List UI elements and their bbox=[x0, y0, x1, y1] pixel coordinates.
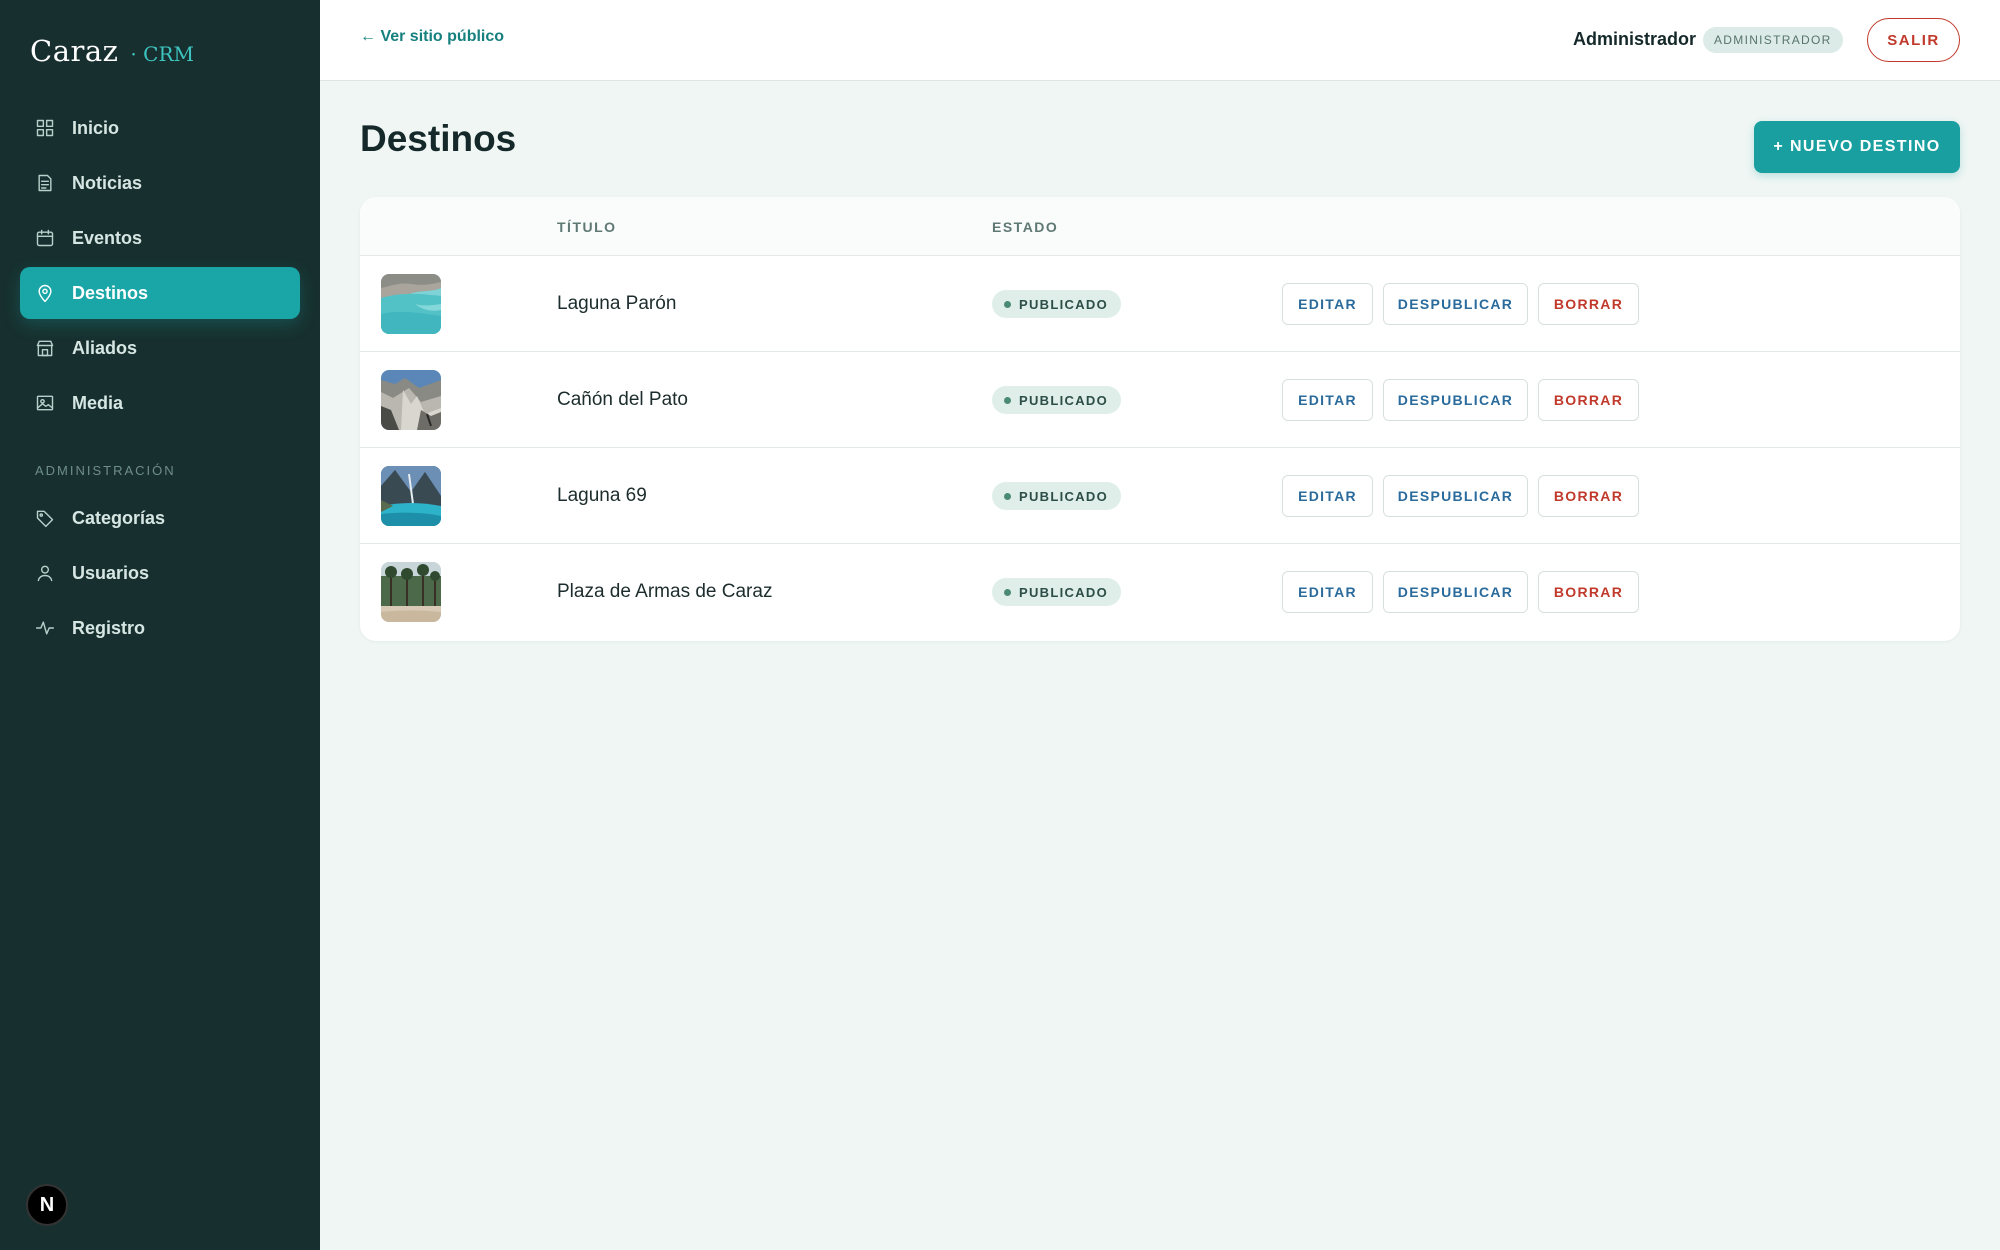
new-destination-button[interactable]: + NUEVO DESTINO bbox=[1754, 121, 1960, 173]
sidebar-item-label: Categorías bbox=[72, 507, 166, 528]
column-header-title[interactable]: TÍTULO bbox=[557, 219, 617, 235]
store-icon bbox=[34, 337, 56, 359]
status-dot-icon bbox=[1004, 492, 1011, 500]
status-dot-icon bbox=[1004, 396, 1011, 404]
status-badge: PUBLICADO bbox=[992, 290, 1121, 318]
table-row: Cañón del Pato PUBLICADO EDITAR DESPUBLI… bbox=[360, 352, 1960, 448]
sidebar-item-label: Inicio bbox=[72, 117, 120, 138]
column-header-status[interactable]: ESTADO bbox=[992, 219, 1058, 235]
edit-button[interactable]: EDITAR bbox=[1282, 379, 1373, 421]
sidebar: Caraz · CRM Inicio Noticias Eventos Dest… bbox=[0, 0, 320, 1250]
logout-button[interactable]: SALIR bbox=[1867, 18, 1960, 62]
row-actions: EDITAR DESPUBLICAR BORRAR bbox=[1282, 283, 1639, 325]
public-site-link[interactable]: ← Ver sitio público bbox=[360, 28, 504, 46]
edit-button[interactable]: EDITAR bbox=[1282, 571, 1373, 613]
brand-logo[interactable]: Caraz · CRM bbox=[30, 34, 194, 68]
sidebar-item-eventos[interactable]: Eventos bbox=[20, 212, 300, 264]
destinations-table: TÍTULO ESTADO Laguna Parón PUBLICADO EDI… bbox=[360, 197, 1960, 641]
document-icon bbox=[34, 172, 56, 194]
unpublish-button[interactable]: DESPUBLICAR bbox=[1383, 475, 1528, 517]
row-actions: EDITAR DESPUBLICAR BORRAR bbox=[1282, 379, 1639, 421]
tag-icon bbox=[34, 507, 56, 529]
row-actions: EDITAR DESPUBLICAR BORRAR bbox=[1282, 475, 1639, 517]
status-label: PUBLICADO bbox=[1019, 392, 1108, 408]
table-row: Laguna Parón PUBLICADO EDITAR DESPUBLICA… bbox=[360, 256, 1960, 352]
destination-thumbnail[interactable] bbox=[381, 274, 441, 334]
sidebar-item-noticias[interactable]: Noticias bbox=[20, 157, 300, 209]
destination-thumbnail[interactable] bbox=[381, 370, 441, 430]
sidebar-item-label: Usuarios bbox=[72, 562, 150, 583]
sidebar-item-inicio[interactable]: Inicio bbox=[20, 102, 300, 154]
sidebar-item-label: Aliados bbox=[72, 337, 138, 358]
sidebar-item-usuarios[interactable]: Usuarios bbox=[20, 547, 300, 599]
status-badge: PUBLICADO bbox=[992, 578, 1121, 606]
status-badge: PUBLICADO bbox=[992, 386, 1121, 414]
status-label: PUBLICADO bbox=[1019, 296, 1108, 312]
admin-section-label: ADMINISTRACIÓN bbox=[35, 463, 176, 478]
status-label: PUBLICADO bbox=[1019, 584, 1108, 600]
unpublish-button[interactable]: DESPUBLICAR bbox=[1383, 571, 1528, 613]
map-pin-icon bbox=[34, 282, 56, 304]
destination-title[interactable]: Laguna 69 bbox=[557, 485, 647, 507]
dev-tools-badge[interactable]: N bbox=[26, 1184, 68, 1226]
user-icon bbox=[34, 562, 56, 584]
unpublish-button[interactable]: DESPUBLICAR bbox=[1383, 379, 1528, 421]
destination-thumbnail[interactable] bbox=[381, 466, 441, 526]
role-badge: ADMINISTRADOR bbox=[1703, 27, 1843, 53]
sidebar-item-label: Eventos bbox=[72, 227, 143, 248]
table-header: TÍTULO ESTADO bbox=[360, 197, 1960, 256]
row-actions: EDITAR DESPUBLICAR BORRAR bbox=[1282, 571, 1639, 613]
sidebar-nav: Inicio Noticias Eventos Destinos Aliados bbox=[20, 102, 300, 657]
brand-suffix: · CRM bbox=[130, 42, 194, 66]
grid-icon bbox=[34, 117, 56, 139]
sidebar-item-media[interactable]: Media bbox=[20, 377, 300, 429]
destination-title[interactable]: Laguna Parón bbox=[557, 293, 676, 315]
sidebar-item-label: Destinos bbox=[72, 282, 149, 303]
delete-button[interactable]: BORRAR bbox=[1538, 475, 1639, 517]
destination-title[interactable]: Plaza de Armas de Caraz bbox=[557, 581, 772, 603]
sidebar-item-destinos[interactable]: Destinos bbox=[20, 267, 300, 319]
delete-button[interactable]: BORRAR bbox=[1538, 571, 1639, 613]
sidebar-item-label: Registro bbox=[72, 617, 146, 638]
image-icon bbox=[34, 392, 56, 414]
status-dot-icon bbox=[1004, 588, 1011, 596]
sidebar-item-registro[interactable]: Registro bbox=[20, 602, 300, 654]
unpublish-button[interactable]: DESPUBLICAR bbox=[1383, 283, 1528, 325]
delete-button[interactable]: BORRAR bbox=[1538, 379, 1639, 421]
calendar-icon bbox=[34, 227, 56, 249]
sidebar-item-label: Noticias bbox=[72, 172, 143, 193]
status-dot-icon bbox=[1004, 300, 1011, 308]
table-row: Laguna 69 PUBLICADO EDITAR DESPUBLICAR B… bbox=[360, 448, 1960, 544]
top-bar: ← Ver sitio público Administrador ADMINI… bbox=[320, 0, 2000, 81]
user-name: Administrador bbox=[1573, 29, 1697, 49]
table-row: Plaza de Armas de Caraz PUBLICADO EDITAR… bbox=[360, 544, 1960, 640]
status-label: PUBLICADO bbox=[1019, 488, 1108, 504]
brand-name: Caraz bbox=[30, 34, 119, 68]
destination-title[interactable]: Cañón del Pato bbox=[557, 389, 688, 411]
destination-thumbnail[interactable] bbox=[381, 562, 441, 622]
sidebar-item-label: Media bbox=[72, 392, 124, 413]
sidebar-item-aliados[interactable]: Aliados bbox=[20, 322, 300, 374]
activity-icon bbox=[34, 617, 56, 639]
delete-button[interactable]: BORRAR bbox=[1538, 283, 1639, 325]
status-badge: PUBLICADO bbox=[992, 482, 1121, 510]
page-title: Destinos bbox=[360, 118, 517, 159]
edit-button[interactable]: EDITAR bbox=[1282, 475, 1373, 517]
sidebar-item-categorias[interactable]: Categorías bbox=[20, 492, 300, 544]
edit-button[interactable]: EDITAR bbox=[1282, 283, 1373, 325]
